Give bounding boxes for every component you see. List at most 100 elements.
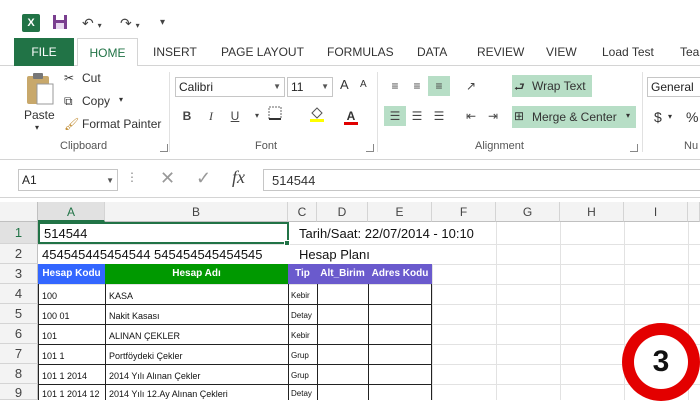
italic-button[interactable]: I bbox=[200, 106, 222, 126]
select-all-corner[interactable] bbox=[0, 202, 38, 222]
increase-indent-icon[interactable]: ⇥ bbox=[482, 106, 504, 126]
active-cell-a1[interactable]: 514544 bbox=[38, 222, 289, 244]
grow-font-button[interactable]: A bbox=[340, 77, 349, 92]
table-row-tip[interactable]: Kebir bbox=[289, 291, 310, 300]
column-header[interactable]: C bbox=[288, 202, 317, 222]
copy-icon[interactable]: ⧉ bbox=[64, 94, 73, 109]
tab-load-test[interactable]: Load Test bbox=[602, 38, 654, 66]
row-header[interactable]: 2 bbox=[0, 244, 38, 264]
orientation-icon[interactable]: ↗ bbox=[460, 76, 482, 96]
row-header[interactable]: 9 bbox=[0, 384, 38, 400]
header-tip[interactable]: Tip bbox=[288, 264, 317, 284]
align-middle-icon[interactable]: ≡ bbox=[406, 76, 428, 96]
paste-dropdown-icon[interactable]: ▾ bbox=[35, 123, 39, 132]
fill-color-icon[interactable] bbox=[306, 106, 328, 126]
font-size-select[interactable]: 11 ▼ bbox=[287, 77, 333, 97]
tab-team[interactable]: Tea bbox=[680, 38, 699, 66]
table-row-tip[interactable]: Grup bbox=[289, 371, 309, 380]
column-header[interactable]: H bbox=[560, 202, 624, 222]
paste-icon[interactable] bbox=[24, 72, 56, 106]
fill-handle[interactable] bbox=[284, 240, 290, 246]
number-format-select[interactable]: General bbox=[647, 77, 700, 97]
row-header[interactable]: 6 bbox=[0, 324, 38, 344]
align-center-icon[interactable]: ☰ bbox=[406, 106, 428, 126]
worksheet-grid[interactable]: A B C D E F G H I 1 2 3 4 5 6 7 8 9 5145… bbox=[0, 202, 700, 400]
align-right-icon[interactable]: ☰ bbox=[428, 106, 450, 126]
currency-button[interactable]: $ bbox=[654, 109, 662, 125]
row-header[interactable]: 3 bbox=[0, 264, 38, 284]
align-top-icon[interactable]: ≡ bbox=[384, 76, 406, 96]
copy-dropdown-icon[interactable]: ▾ bbox=[119, 95, 123, 104]
hesap-plani-title[interactable]: Hesap Planı bbox=[296, 247, 370, 262]
table-row-tip[interactable]: Kebir bbox=[289, 331, 310, 340]
column-header[interactable]: F bbox=[432, 202, 496, 222]
tab-formulas[interactable]: FORMULAS bbox=[327, 38, 394, 66]
wrap-text-button[interactable]: ⮐ Wrap Text bbox=[512, 75, 592, 97]
column-header[interactable]: B bbox=[105, 202, 288, 222]
shrink-font-button[interactable]: A bbox=[360, 79, 367, 90]
tab-review[interactable]: REVIEW bbox=[477, 38, 524, 66]
header-hesap-adi[interactable]: Hesap Adı bbox=[105, 264, 288, 284]
column-header[interactable] bbox=[688, 202, 700, 222]
cancel-icon[interactable]: ✕ bbox=[160, 168, 175, 189]
column-header[interactable]: E bbox=[368, 202, 432, 222]
row-header[interactable]: 4 bbox=[0, 284, 38, 304]
tab-data[interactable]: DATA bbox=[417, 38, 447, 66]
row-header[interactable]: 8 bbox=[0, 364, 38, 384]
format-painter-icon[interactable]: 🖌 bbox=[64, 117, 79, 131]
insert-function-icon[interactable]: fx bbox=[232, 167, 245, 188]
percent-button[interactable]: % bbox=[686, 109, 698, 125]
table-row-ad[interactable]: Nakit Kasası bbox=[107, 311, 160, 321]
column-header[interactable]: I bbox=[624, 202, 688, 222]
font-color-icon[interactable]: A bbox=[340, 106, 362, 126]
paste-button[interactable]: Paste bbox=[24, 108, 55, 122]
header-adres-kodu[interactable]: Adres Kodu bbox=[368, 264, 432, 284]
table-row-ad[interactable]: ALINAN ÇEKLER bbox=[107, 331, 180, 341]
tab-home[interactable]: HOME bbox=[77, 38, 138, 67]
tab-view[interactable]: VIEW bbox=[546, 38, 577, 66]
name-box[interactable]: A1 ▼ bbox=[18, 169, 118, 191]
cut-button[interactable]: Cut bbox=[82, 71, 101, 85]
font-name-select[interactable]: Calibri ▼ bbox=[175, 77, 285, 97]
column-header[interactable]: D bbox=[317, 202, 368, 222]
formula-input[interactable]: 514544 bbox=[263, 169, 700, 191]
font-launcher-icon[interactable] bbox=[366, 144, 374, 152]
row-header[interactable]: 5 bbox=[0, 304, 38, 324]
alignment-launcher-icon[interactable] bbox=[630, 144, 638, 152]
table-row-ad[interactable]: Portföydeki Çekler bbox=[107, 351, 183, 361]
table-row-tip[interactable]: Grup bbox=[289, 351, 309, 360]
header-hesap-kodu[interactable]: Hesap Kodu bbox=[38, 264, 105, 284]
table-row-kod[interactable]: 101 bbox=[40, 331, 57, 341]
column-header[interactable]: A bbox=[38, 202, 105, 222]
merge-center-button[interactable]: ⊞ Merge & Center ▾ bbox=[512, 106, 636, 128]
cell-a2[interactable]: 454545445454544 545454545454545 bbox=[39, 247, 263, 262]
table-row-kod[interactable]: 100 bbox=[40, 291, 57, 301]
borders-icon[interactable] bbox=[264, 106, 286, 126]
align-left-icon[interactable]: ☰ bbox=[384, 106, 406, 126]
row-header[interactable]: 1 bbox=[0, 222, 38, 244]
bold-button[interactable]: B bbox=[176, 106, 198, 126]
tab-insert[interactable]: INSERT bbox=[153, 38, 197, 66]
cut-icon[interactable]: ✂ bbox=[64, 71, 74, 85]
currency-dropdown-icon[interactable]: ▾ bbox=[668, 112, 672, 121]
table-row-kod[interactable]: 100 01 bbox=[40, 311, 70, 321]
clipboard-launcher-icon[interactable] bbox=[160, 144, 168, 152]
table-row-ad[interactable]: 2014 Yılı 12.Ay Alınan Çekleri bbox=[107, 389, 228, 399]
table-row-kod[interactable]: 101 1 2014 12 bbox=[40, 389, 100, 399]
align-bottom-icon[interactable]: ≡ bbox=[428, 76, 450, 96]
enter-icon[interactable]: ✓ bbox=[196, 168, 211, 189]
header-alt-birim[interactable]: Alt_Birim bbox=[317, 264, 368, 284]
table-row-ad[interactable]: 2014 Yılı Alınan Çekler bbox=[107, 371, 200, 381]
table-row-kod[interactable]: 101 1 2014 bbox=[40, 371, 87, 381]
column-header[interactable]: G bbox=[496, 202, 560, 222]
format-painter-button[interactable]: Format Painter bbox=[82, 117, 161, 131]
table-row-tip[interactable]: Detay bbox=[289, 389, 312, 398]
row-header[interactable]: 7 bbox=[0, 344, 38, 364]
save-icon[interactable] bbox=[52, 14, 68, 32]
tab-page-layout[interactable]: PAGE LAYOUT bbox=[221, 38, 304, 66]
table-row-tip[interactable]: Detay bbox=[289, 311, 312, 320]
tab-file[interactable]: FILE bbox=[14, 38, 74, 66]
undo-icon[interactable]: ↶ ▾ bbox=[82, 14, 102, 32]
customize-icon[interactable]: ▾ bbox=[160, 14, 165, 32]
copy-button[interactable]: Copy bbox=[82, 94, 110, 108]
